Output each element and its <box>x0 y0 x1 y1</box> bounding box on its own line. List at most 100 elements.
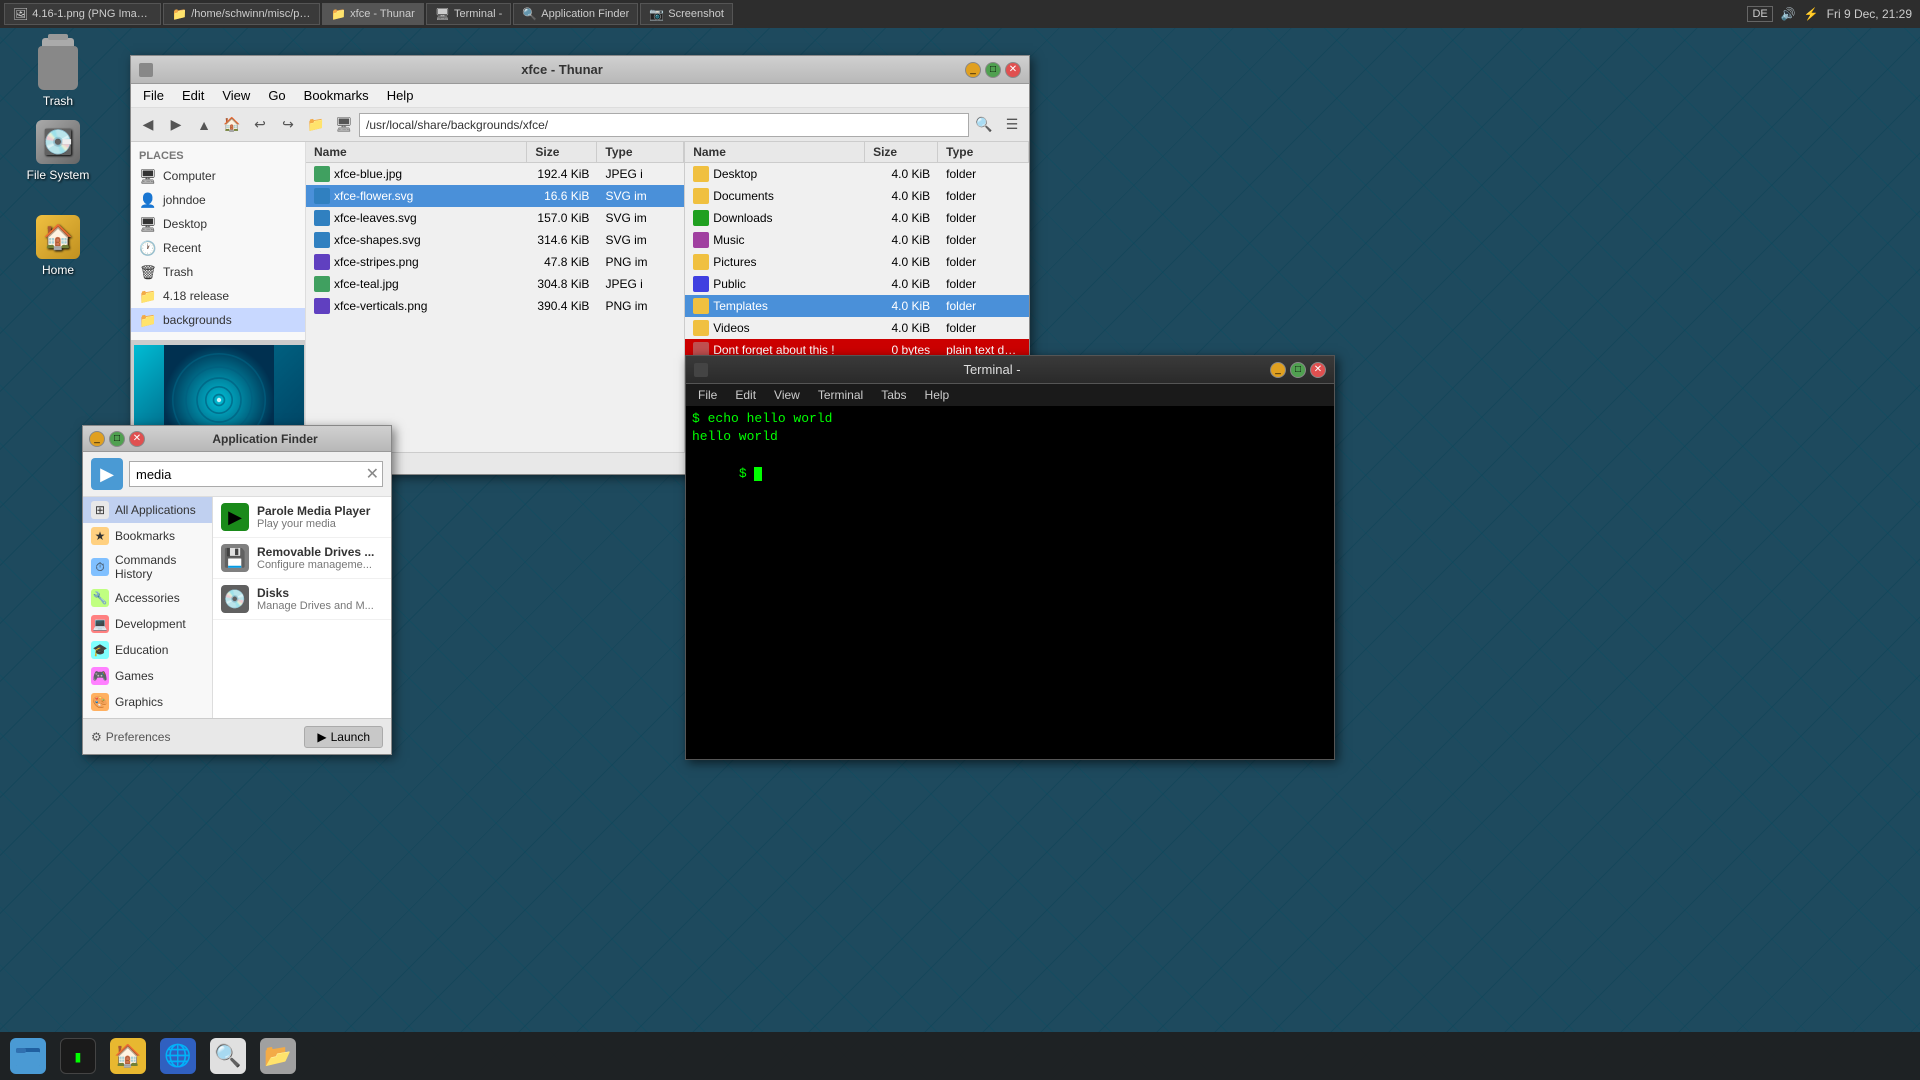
terminal-maximize-btn[interactable]: □ <box>1290 362 1306 378</box>
file-row[interactable]: Downloads 4.0 KiB folder <box>685 207 1029 229</box>
file-row[interactable]: xfce-flower.svg 16.6 KiB SVG im <box>306 185 684 207</box>
result-parole[interactable]: ▶ Parole Media Player Play your media <box>213 497 391 538</box>
cat-all-applications[interactable]: ⊞ All Applications <box>83 497 212 523</box>
search-btn[interactable]: 🔍 <box>971 112 997 138</box>
keyboard-layout[interactable]: DE <box>1747 6 1772 22</box>
file-size: 47.8 KiB <box>528 253 598 271</box>
dock-btn-browser[interactable]: 🌐 <box>154 1034 202 1078</box>
menu-go[interactable]: Go <box>260 86 293 105</box>
col-size-right[interactable]: Size <box>865 142 938 162</box>
file-row[interactable]: Templates 4.0 KiB folder <box>685 295 1029 317</box>
file-row[interactable]: xfce-blue.jpg 192.4 KiB JPEG i <box>306 163 684 185</box>
sidebar-item-418release[interactable]: 📁 4.18 release <box>131 284 305 308</box>
cat-accessories[interactable]: 🔧 Accessories <box>83 585 212 611</box>
sidebar-item-backgrounds[interactable]: 📁 backgrounds <box>131 308 305 332</box>
col-size-left[interactable]: Size <box>527 142 597 162</box>
up-btn[interactable]: ▲ <box>191 112 217 138</box>
taskbar-btn-xfce-thunar[interactable]: 📁xfce - Thunar <box>322 3 424 25</box>
menu-edit[interactable]: Edit <box>174 86 212 105</box>
terminal-menu-help[interactable]: Help <box>917 387 958 403</box>
view-toggle-btn[interactable]: ☰ <box>999 112 1025 138</box>
dock-btn-files[interactable]: 📂 <box>254 1034 302 1078</box>
sidebar-item-recent[interactable]: 🕐 Recent <box>131 236 305 260</box>
address-bar[interactable] <box>359 113 969 137</box>
launch-btn[interactable]: ▶ Launch <box>304 726 383 748</box>
file-row[interactable]: xfce-verticals.png 390.4 KiB PNG im <box>306 295 684 317</box>
col-type-left[interactable]: Type <box>597 142 684 162</box>
file-row[interactable]: Videos 4.0 KiB folder <box>685 317 1029 339</box>
home-toolbar-btn[interactable]: 🏠 <box>219 112 245 138</box>
result-disks[interactable]: 💿 Disks Manage Drives and M... <box>213 579 391 620</box>
menu-help[interactable]: Help <box>379 86 422 105</box>
undo-btn[interactable]: ↩ <box>247 112 273 138</box>
dock-btn-home[interactable]: 🏠 <box>104 1034 152 1078</box>
open-terminal-btn[interactable]: 🖥 <box>331 112 357 138</box>
cat-commands-history[interactable]: ⏱ Commands History <box>83 549 212 585</box>
sidebar-item-trash[interactable]: 🗑 Trash <box>131 260 305 284</box>
sidebar-item-johndoe[interactable]: 👤 johndoe <box>131 188 305 212</box>
file-row[interactable]: Public 4.0 KiB folder <box>685 273 1029 295</box>
col-type-right[interactable]: Type <box>938 142 1029 162</box>
file-row[interactable]: Music 4.0 KiB folder <box>685 229 1029 251</box>
terminal-menu-view[interactable]: View <box>766 387 808 403</box>
file-row[interactable]: Documents 4.0 KiB folder <box>685 185 1029 207</box>
cat-education[interactable]: 🎓 Education <box>83 637 212 663</box>
menu-view[interactable]: View <box>214 86 258 105</box>
dock-btn-file-manager[interactable] <box>4 1034 52 1078</box>
col-name-left[interactable]: Name <box>306 142 527 162</box>
appfinder-search-input[interactable] <box>129 461 383 487</box>
file-row[interactable]: Desktop 4.0 KiB folder <box>685 163 1029 185</box>
file-row[interactable]: xfce-leaves.svg 157.0 KiB SVG im <box>306 207 684 229</box>
terminal-window: Terminal - _ □ ✕ File Edit View Terminal… <box>685 355 1335 760</box>
dock-btn-appfinder[interactable]: 🔍 <box>204 1034 252 1078</box>
appfinder-close-btn[interactable]: ✕ <box>129 431 145 447</box>
file-row[interactable]: Pictures 4.0 KiB folder <box>685 251 1029 273</box>
thunar-minimize-btn[interactable]: _ <box>965 62 981 78</box>
sidebar-item-computer[interactable]: 🖥 Computer <box>131 164 305 188</box>
terminal-body[interactable]: $ echo hello world hello world $ <box>686 406 1334 759</box>
desktop-icon-filesystem[interactable]: 💽 File System <box>18 120 98 182</box>
thunar-close-btn[interactable]: ✕ <box>1005 62 1021 78</box>
appfinder-maximize-btn[interactable]: □ <box>109 431 125 447</box>
terminal-menu-tabs[interactable]: Tabs <box>873 387 914 403</box>
terminal-menu-file[interactable]: File <box>690 387 725 403</box>
volume-icon[interactable]: 🔊 <box>1781 7 1796 21</box>
back-btn[interactable]: ◀ <box>135 112 161 138</box>
cat-games[interactable]: 🎮 Games <box>83 663 212 689</box>
result-removable[interactable]: 💾 Removable Drives ... Configure managem… <box>213 538 391 579</box>
menu-file[interactable]: File <box>135 86 172 105</box>
cat-bookmarks[interactable]: ★ Bookmarks <box>83 523 212 549</box>
forward-btn[interactable]: ▶ <box>163 112 189 138</box>
file-row[interactable]: xfce-shapes.svg 314.6 KiB SVG im <box>306 229 684 251</box>
dock-icon-browser: 🌐 <box>160 1038 196 1074</box>
cat-development[interactable]: 💻 Development <box>83 611 212 637</box>
trash-sidebar-icon: 🗑 <box>139 263 157 281</box>
file-row[interactable]: xfce-teal.jpg 304.8 KiB JPEG i <box>306 273 684 295</box>
taskbar-btn-screenshot[interactable]: 📷Screenshot <box>640 3 733 25</box>
taskbar-btn-terminal[interactable]: 🖥Terminal - <box>426 3 512 25</box>
terminal-minimize-btn[interactable]: _ <box>1270 362 1286 378</box>
dock-btn-terminal[interactable]: ▮ <box>54 1034 102 1078</box>
sidebar-item-desktop[interactable]: 🖥 Desktop <box>131 212 305 236</box>
search-clear-btn[interactable]: ✕ <box>366 464 379 484</box>
thunar-maximize-btn[interactable]: □ <box>985 62 1001 78</box>
col-name-right[interactable]: Name <box>685 142 865 162</box>
desktop-icon-trash[interactable]: Trash <box>18 42 98 108</box>
taskbar-btn-thunar-misc[interactable]: 📁/home/schwinn/misc/pro... <box>163 3 320 25</box>
appfinder-minimize-btn[interactable]: _ <box>89 431 105 447</box>
cat-graphics[interactable]: 🎨 Graphics <box>83 689 212 715</box>
parole-desc: Play your media <box>257 518 370 530</box>
terminal-titlebar: Terminal - _ □ ✕ <box>686 356 1334 384</box>
terminal-menu-edit[interactable]: Edit <box>727 387 764 403</box>
terminal-close-btn[interactable]: ✕ <box>1310 362 1326 378</box>
desktop-icon-home[interactable]: 🏠 Home <box>18 215 98 277</box>
redo-btn[interactable]: ↪ <box>275 112 301 138</box>
terminal-menu-terminal[interactable]: Terminal <box>810 387 871 403</box>
file-row[interactable]: xfce-stripes.png 47.8 KiB PNG im <box>306 251 684 273</box>
menu-bookmarks[interactable]: Bookmarks <box>296 86 377 105</box>
preferences-btn[interactable]: ⚙ Preferences <box>91 730 170 744</box>
new-folder-btn[interactable]: 📁 <box>303 112 329 138</box>
taskbar-btn-img-viewer[interactable]: 🖼4.16-1.png (PNG Image, ...) <box>4 3 161 25</box>
taskbar-btn-app-finder[interactable]: 🔍Application Finder <box>513 3 638 25</box>
power-icon[interactable]: ⚡ <box>1804 7 1819 21</box>
